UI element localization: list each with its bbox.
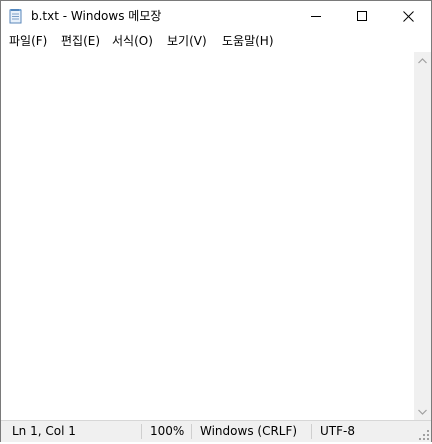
status-divider <box>141 424 142 439</box>
menu-format[interactable]: 서식(O) <box>112 33 153 49</box>
notepad-icon[interactable] <box>9 8 23 24</box>
encoding: UTF-8 <box>320 424 355 438</box>
close-button[interactable] <box>385 1 431 31</box>
title-bar[interactable]: b.txt - Windows 메모장 <box>1 1 431 31</box>
minimize-button[interactable] <box>293 1 339 31</box>
close-icon <box>402 10 414 22</box>
menu-bar: 파일(F) 편집(E) 서식(O) 보기(V) 도움말(H) <box>1 31 431 51</box>
line-ending: Windows (CRLF) <box>200 424 298 438</box>
window-title: b.txt - Windows 메모장 <box>31 9 162 23</box>
maximize-icon <box>357 11 367 21</box>
status-divider <box>311 424 312 439</box>
maximize-button[interactable] <box>339 1 385 31</box>
status-bar: Ln 1, Col 1 100% Windows (CRLF) UTF-8 <box>1 420 431 442</box>
cursor-position: Ln 1, Col 1 <box>12 424 76 438</box>
status-divider <box>191 424 192 439</box>
vertical-scrollbar[interactable] <box>414 52 431 420</box>
scroll-up-button[interactable] <box>414 52 431 69</box>
resize-grip-icon[interactable] <box>418 429 430 441</box>
notepad-window: b.txt - Windows 메모장 파일(F) 편집(E) 서식(O) 보기… <box>0 0 432 442</box>
text-editor[interactable] <box>1 52 414 420</box>
scroll-down-button[interactable] <box>414 403 431 420</box>
chevron-down-icon <box>418 409 427 415</box>
menu-file[interactable]: 파일(F) <box>9 33 47 49</box>
zoom-level: 100% <box>150 424 185 438</box>
menu-help[interactable]: 도움말(H) <box>222 33 274 49</box>
menu-edit[interactable]: 편집(E) <box>61 33 100 49</box>
minimize-icon <box>311 16 321 17</box>
chevron-up-icon <box>418 57 427 63</box>
menu-view[interactable]: 보기(V) <box>167 33 207 49</box>
